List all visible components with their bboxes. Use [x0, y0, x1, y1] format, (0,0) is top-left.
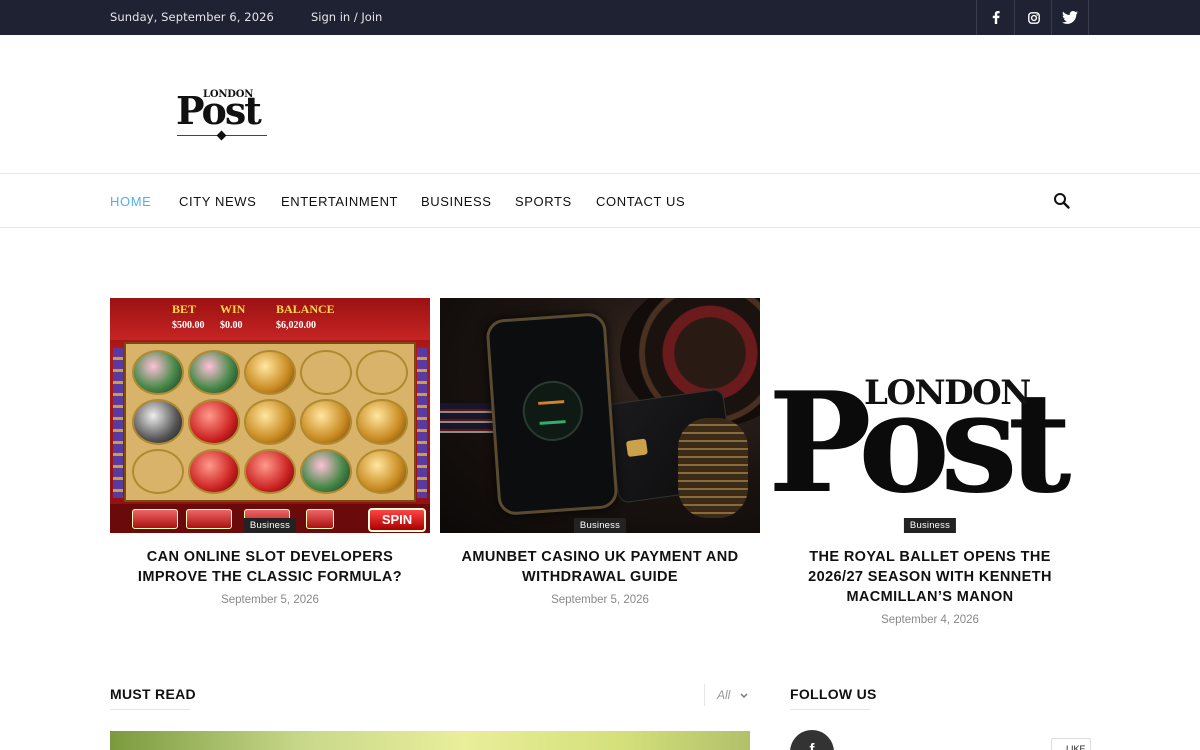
- card-chip: [625, 438, 648, 458]
- article-image-phone-casino[interactable]: [440, 298, 760, 533]
- follow-facebook-icon[interactable]: f: [790, 730, 834, 750]
- slot-spin-button: SPIN: [368, 508, 426, 532]
- article-title[interactable]: THE ROYAL BALLET OPENS THE 2026/27 SEASO…: [770, 547, 1090, 607]
- category-filter-dropdown[interactable]: All: [704, 684, 748, 706]
- slot-symbol: [356, 448, 408, 494]
- featured-article-3[interactable]: Post LONDON Business THE ROYAL BALLET OP…: [770, 298, 1090, 626]
- logo-big-text: Post: [176, 88, 262, 133]
- slot-button: [186, 509, 232, 529]
- search-icon[interactable]: [1053, 192, 1073, 212]
- category-tag[interactable]: Business: [243, 518, 297, 533]
- current-date: Sunday, September 6, 2026: [110, 10, 274, 24]
- follow-us-underline: [790, 709, 870, 710]
- nav-business[interactable]: BUSINESS: [421, 194, 492, 209]
- nav-city-news[interactable]: CITY NEWS: [179, 194, 256, 209]
- article-title[interactable]: AMUNBET CASINO UK PAYMENT AND WITHDRAWAL…: [440, 547, 760, 587]
- slot-side-strip: [417, 348, 427, 498]
- slot-symbol: [244, 399, 296, 445]
- slot-button: [132, 509, 178, 529]
- must-read-article-image[interactable]: [110, 731, 750, 750]
- slot-symbol: [188, 448, 240, 494]
- facebook-letter: f: [809, 741, 815, 750]
- facebook-icon[interactable]: [976, 0, 1014, 35]
- slot-win-label: WIN: [220, 302, 246, 316]
- category-tag[interactable]: Business: [573, 518, 627, 533]
- slot-symbol: [300, 350, 352, 396]
- slot-bet-value: $500.00: [172, 320, 205, 331]
- slot-symbol: [300, 448, 352, 494]
- slot-symbol: [132, 448, 184, 494]
- featured-article-2[interactable]: Business AMUNBET CASINO UK PAYMENT AND W…: [440, 298, 760, 606]
- article-date: September 4, 2026: [881, 614, 979, 626]
- site-logo[interactable]: LONDON Post: [176, 89, 268, 143]
- instagram-icon[interactable]: [1014, 0, 1052, 35]
- article-image-london-post-logo[interactable]: Post LONDON: [770, 298, 1090, 533]
- article-title[interactable]: CAN ONLINE SLOT DEVELOPERS IMPROVE THE C…: [110, 547, 430, 587]
- phone-ring: [520, 378, 585, 443]
- slot-symbol: [356, 399, 408, 445]
- must-read-heading: MUST READ: [110, 686, 196, 702]
- slot-symbol: [188, 350, 240, 396]
- slot-symbol: [356, 350, 408, 396]
- nav-sports[interactable]: SPORTS: [515, 194, 572, 209]
- nav-contact-us[interactable]: CONTACT US: [596, 194, 685, 209]
- site-header: LONDON Post: [0, 35, 1200, 173]
- slot-symbol: [132, 399, 184, 445]
- must-read-underline: [110, 709, 190, 710]
- article-image-slot-machine[interactable]: BET $500.00 WIN $0.00 BALANCE $6,020.00: [110, 298, 430, 533]
- slot-symbol: [188, 399, 240, 445]
- article-date: September 5, 2026: [551, 594, 649, 606]
- nav-entertainment[interactable]: ENTERTAINMENT: [281, 194, 398, 209]
- twitter-icon[interactable]: [1051, 0, 1089, 35]
- slot-symbol: [300, 399, 352, 445]
- article-date: September 5, 2026: [221, 594, 319, 606]
- slot-symbol: [244, 448, 296, 494]
- slot-symbol: [244, 350, 296, 396]
- main-navigation: HOME CITY NEWS ENTERTAINMENT BUSINESS SP…: [0, 173, 1200, 228]
- category-tag[interactable]: Business: [903, 518, 957, 533]
- slot-balance-value: $6,020.00: [276, 320, 316, 331]
- chevron-down-icon: [740, 693, 748, 698]
- sign-in-join-link[interactable]: Sign in / Join: [311, 10, 382, 24]
- image-logo-small-text: LONDON: [864, 373, 1031, 413]
- filter-value: All: [717, 688, 731, 702]
- top-bar: Sunday, September 6, 2026 Sign in / Join: [0, 0, 1200, 35]
- slot-symbol: [132, 350, 184, 396]
- nav-home[interactable]: HOME: [110, 194, 151, 209]
- slot-side-strip: [113, 348, 123, 498]
- slot-reels: [124, 342, 416, 502]
- slot-button: [306, 509, 334, 529]
- slot-win-value: $0.00: [220, 320, 243, 331]
- facebook-like-button[interactable]: LIKE: [1051, 738, 1091, 750]
- slot-bet-label: BET: [172, 302, 197, 316]
- featured-article-1[interactable]: BET $500.00 WIN $0.00 BALANCE $6,020.00: [110, 298, 430, 606]
- slot-balance-label: BALANCE: [276, 302, 335, 316]
- follow-us-heading: FOLLOW US: [790, 686, 877, 702]
- casino-chips: [678, 418, 748, 518]
- smartphone: [485, 312, 619, 516]
- slot-header: BET $500.00 WIN $0.00 BALANCE $6,020.00: [110, 298, 430, 340]
